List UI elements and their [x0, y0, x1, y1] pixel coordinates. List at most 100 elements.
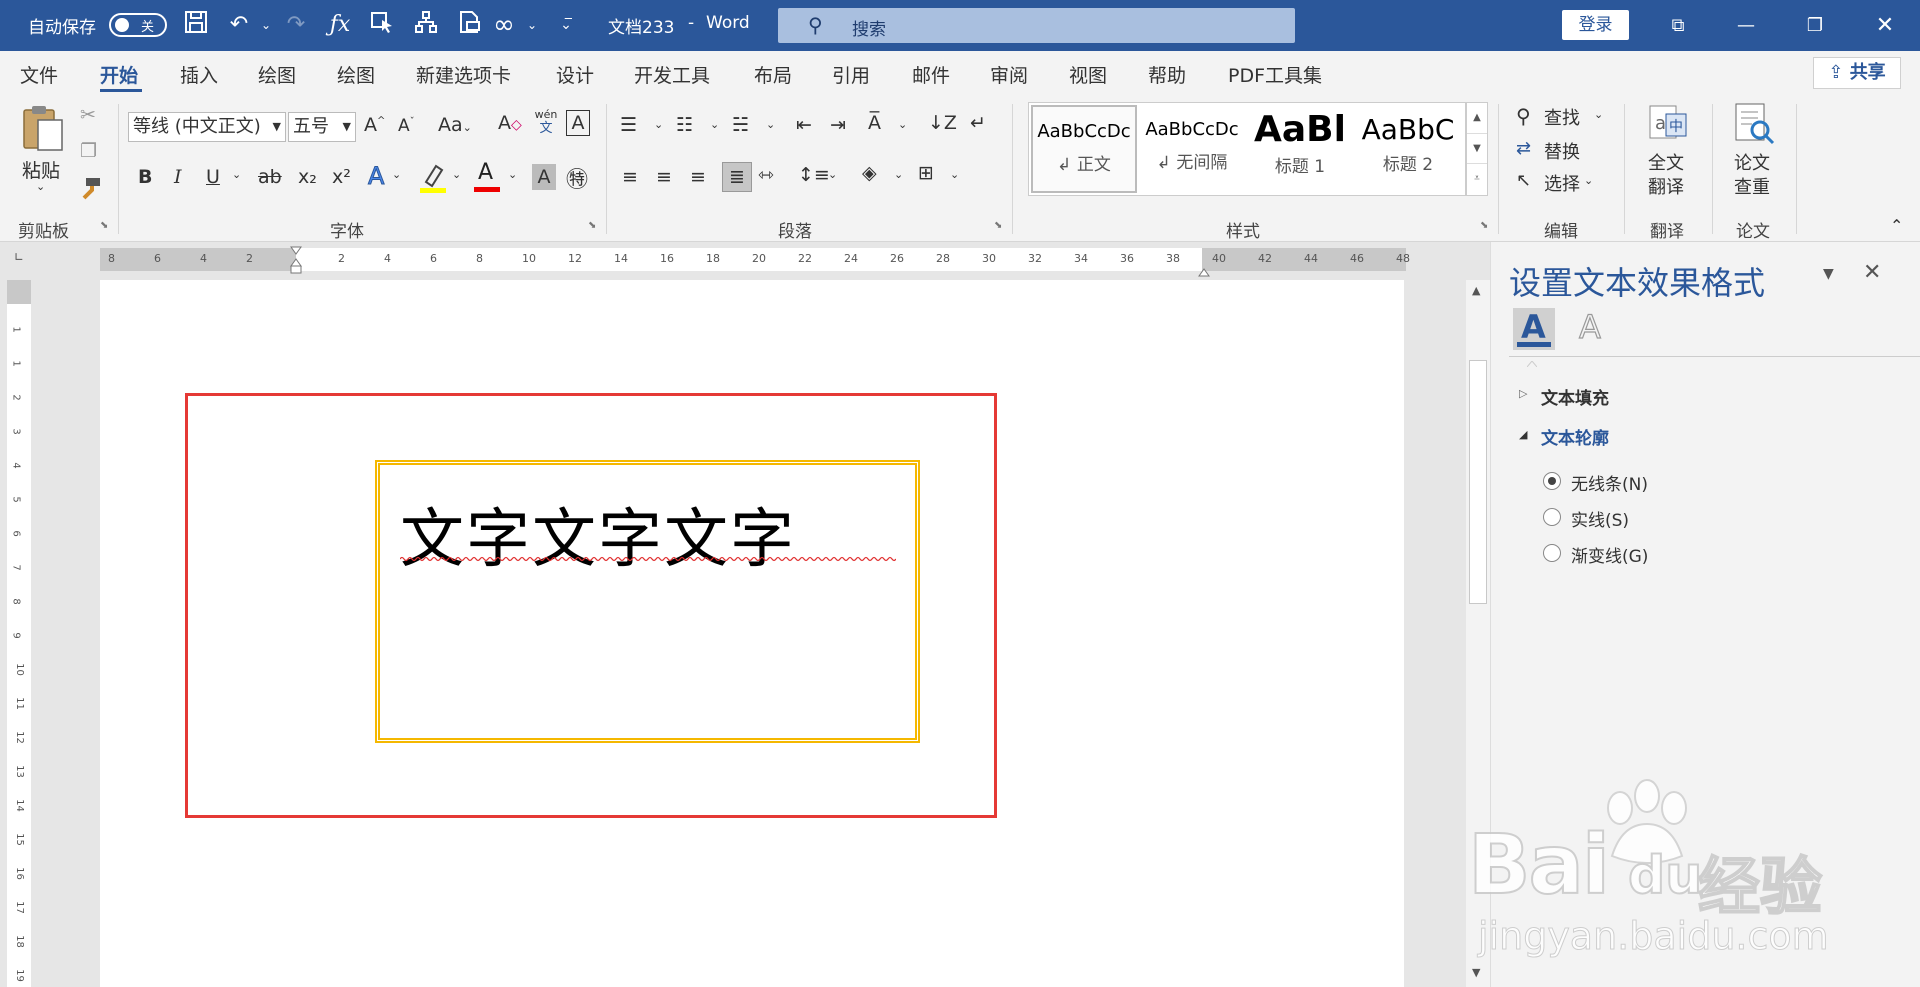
translate-icon[interactable]: a中: [1646, 102, 1690, 146]
document-text[interactable]: 文字文字文字: [400, 488, 796, 580]
find-dropdown-icon[interactable]: ⌄: [1594, 108, 1603, 121]
tab-draw-2[interactable]: 绘图: [337, 61, 375, 88]
close-pane-icon[interactable]: ✕: [1863, 260, 1881, 285]
underline-dropdown-icon[interactable]: ⌄: [232, 168, 241, 181]
hierarchy-icon[interactable]: [412, 10, 440, 40]
copy-icon[interactable]: ❐: [80, 140, 97, 162]
multilevel-list-icon[interactable]: ☵: [732, 114, 749, 136]
strikethrough-button[interactable]: ab: [258, 166, 282, 188]
radio-solid-line[interactable]: [1543, 508, 1561, 526]
chinese-layout-dropdown-icon[interactable]: ⌄: [898, 118, 907, 131]
cut-icon[interactable]: ✂: [80, 104, 96, 126]
tab-developer[interactable]: 开发工具: [634, 61, 710, 88]
style-heading-1[interactable]: AaBl 标题 1: [1247, 105, 1353, 193]
right-indent-marker[interactable]: [1198, 262, 1210, 277]
justify-icon[interactable]: ≣: [722, 162, 752, 192]
line-spacing-dropdown-icon[interactable]: ⌄: [828, 168, 837, 181]
login-button[interactable]: 登录: [1562, 10, 1629, 40]
font-size-combo[interactable]: 五号 ▼: [288, 112, 356, 142]
select-dropdown-icon[interactable]: ⌄: [1584, 174, 1593, 187]
style-no-spacing[interactable]: AaBbCcDc ↲ 无间隔: [1139, 105, 1245, 193]
paste-label[interactable]: 粘贴: [22, 156, 60, 183]
vertical-ruler[interactable]: 1 1 2 3 4 5 6 7 8 9 10 11 12 13 14 15 16 17 18 19: [7, 280, 31, 987]
align-left-icon[interactable]: ≡: [622, 166, 638, 188]
tab-review[interactable]: 审阅: [990, 61, 1028, 88]
tab-design[interactable]: 设计: [556, 61, 594, 88]
paper-check-button[interactable]: 论文 查重: [1734, 152, 1770, 200]
scroll-up-icon[interactable]: ▲: [1472, 284, 1480, 297]
tab-insert[interactable]: 插入: [180, 61, 218, 88]
radio-no-line[interactable]: [1543, 472, 1561, 490]
character-shading-icon[interactable]: A: [532, 164, 556, 190]
tab-mailings[interactable]: 邮件: [912, 61, 950, 88]
gradient-line-label[interactable]: 渐变线(G): [1571, 542, 1648, 567]
character-border-icon[interactable]: A: [566, 110, 590, 136]
enclose-characters-icon[interactable]: ㊕: [566, 162, 588, 194]
tab-selector[interactable]: ∟: [7, 250, 31, 272]
find-icon[interactable]: ⚲: [1516, 104, 1531, 128]
replace-icon[interactable]: ⇄: [1516, 138, 1531, 159]
grow-font-icon[interactable]: A^: [364, 114, 385, 136]
chevron-down-icon[interactable]: ◢: [1519, 428, 1527, 441]
tab-layout[interactable]: 布局: [754, 61, 792, 88]
paste-dropdown-icon[interactable]: ⌄: [36, 180, 45, 193]
paste-icon[interactable]: [18, 104, 66, 152]
show-formatting-icon[interactable]: ↵: [970, 112, 986, 134]
save-icon[interactable]: [182, 10, 210, 40]
numbering-icon[interactable]: ☷: [676, 114, 693, 136]
font-launcher-icon[interactable]: ⬊: [588, 220, 596, 231]
select-icon[interactable]: ↖: [1516, 170, 1531, 191]
close-window-icon[interactable]: ✕: [1855, 0, 1915, 51]
decrease-indent-icon[interactable]: ⇤: [796, 114, 812, 136]
line-spacing-icon[interactable]: ↕≡: [798, 164, 830, 186]
full-text-translate-button[interactable]: 全文 翻译: [1648, 152, 1684, 200]
undo-dropdown-icon[interactable]: ⌄: [252, 10, 280, 40]
function-icon[interactable]: ƒx: [326, 10, 354, 40]
underline-button[interactable]: U: [206, 166, 220, 188]
clipboard-launcher-icon[interactable]: ⬊: [100, 220, 108, 231]
tab-pdf-tools[interactable]: PDF工具集: [1228, 61, 1322, 88]
chinese-layout-icon[interactable]: A̅: [868, 112, 881, 134]
align-right-icon[interactable]: ≡: [690, 166, 706, 188]
restore-icon[interactable]: ❐: [1785, 0, 1845, 51]
select-button[interactable]: 选择: [1544, 170, 1580, 196]
autosave-toggle[interactable]: 关: [109, 13, 167, 37]
find-button[interactable]: 查找: [1544, 104, 1580, 130]
tab-file[interactable]: 文件: [20, 61, 58, 88]
borders-icon[interactable]: ⊞: [918, 162, 934, 184]
solid-line-label[interactable]: 实线(S): [1571, 506, 1629, 531]
document-export-icon[interactable]: [455, 10, 483, 40]
infinity-dropdown-icon[interactable]: ⌄: [518, 10, 546, 40]
tab-home[interactable]: 开始: [100, 61, 138, 88]
styles-scroll[interactable]: ▲ ▼ ⩡: [1466, 102, 1488, 196]
chevron-down-icon[interactable]: ▼: [1467, 133, 1487, 163]
font-color-icon[interactable]: A: [472, 160, 502, 194]
tab-view[interactable]: 视图: [1069, 61, 1107, 88]
shrink-font-icon[interactable]: Aˇ: [398, 116, 415, 136]
ribbon-display-options-icon[interactable]: ⧉: [1648, 0, 1708, 51]
radio-gradient-line[interactable]: [1543, 544, 1561, 562]
paragraph-launcher-icon[interactable]: ⬊: [994, 220, 1002, 231]
replace-button[interactable]: 替换: [1544, 138, 1580, 164]
clear-formatting-icon[interactable]: A◇: [498, 112, 522, 134]
style-heading-2[interactable]: AaBbC 标题 2: [1355, 105, 1461, 193]
style-normal[interactable]: AaBbCcDc ↲ 正文: [1031, 105, 1137, 193]
bullets-icon[interactable]: ☰: [620, 114, 637, 136]
styles-launcher-icon[interactable]: ⬊: [1480, 220, 1488, 231]
increase-indent-icon[interactable]: ⇥: [830, 114, 846, 136]
chevron-right-icon[interactable]: ▷: [1519, 387, 1527, 400]
text-effects-icon[interactable]: A: [367, 162, 384, 191]
text-effects-dropdown-icon[interactable]: ⌄: [392, 168, 401, 181]
pane-options-dropdown-icon[interactable]: ▼: [1823, 266, 1834, 282]
borders-dropdown-icon[interactable]: ⌄: [950, 168, 959, 181]
align-center-icon[interactable]: ≡: [656, 166, 672, 188]
shading-icon[interactable]: ◈: [862, 162, 877, 184]
text-fill-outline-tab[interactable]: A: [1513, 308, 1555, 350]
tab-references[interactable]: 引用: [832, 61, 870, 88]
highlight-dropdown-icon[interactable]: ⌄: [452, 168, 461, 181]
shading-dropdown-icon[interactable]: ⌄: [894, 168, 903, 181]
horizontal-ruler[interactable]: 8 6 4 2 2 4 6 8 10 12 14 16 18 20 22 24 26 28 30 32 34 36 38 40…: [100, 246, 1410, 277]
superscript-button[interactable]: x²: [332, 166, 351, 188]
text-fill-section[interactable]: 文本填充: [1541, 384, 1609, 409]
multilevel-dropdown-icon[interactable]: ⌄: [766, 118, 775, 131]
